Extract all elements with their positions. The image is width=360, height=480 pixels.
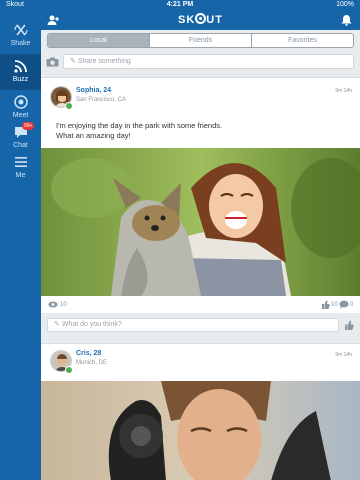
comment-icon[interactable] [339,300,349,309]
eye-icon [48,301,58,308]
share-input[interactable]: ✎ Share something [63,54,354,69]
status-bar: Skout 4:21 PM 100% [0,0,360,10]
online-status-icon [65,102,73,110]
tab-local[interactable]: Local [48,34,150,47]
shake-icon [13,24,28,36]
share-placeholder: Share something [77,58,131,65]
target-icon [13,95,28,109]
post-author[interactable]: Sophia, 24 [76,87,111,94]
comment-placeholder: What do you think? [61,321,122,328]
post-time: 9m 14h [335,352,352,358]
camera-icon[interactable] [46,57,59,67]
menu-icon [14,157,27,167]
post-text-line: I'm enjoying the day in the park with so… [56,121,223,130]
sidebar: Shake Buzz Meet Chat 99+ Me [0,10,41,480]
post-text-line: What an amazing day! [56,131,131,140]
bell-icon[interactable] [341,14,352,26]
sidebar-item-label: Shake [10,40,31,47]
sidebar-item-label: Buzz [12,76,29,83]
tab-favorites[interactable]: Favorites [252,34,353,47]
pencil-icon: ✎ [70,58,78,65]
like-count: 10 [331,302,338,308]
like-icon[interactable] [321,300,330,309]
post-stats: 10 10 0 [41,297,360,313]
sidebar-item-label: Meet [12,112,29,119]
sidebar-item-buzz[interactable]: Buzz [0,54,41,90]
view-count: 10 [60,302,67,308]
sidebar-item-label: Chat [13,142,28,149]
comment-count: 0 [350,302,354,308]
tab-friends[interactable]: Friends [150,34,252,47]
comment-row: ✎ What do you think? [41,315,360,335]
post-location: Munich, DE [76,360,108,366]
sidebar-item-me[interactable]: Me [0,150,41,186]
share-row: ✎ Share something [41,51,360,73]
post-card: Sophia, 24 San Francisco, CA 9m 14h I'm … [41,77,360,297]
pencil-icon: ✎ [54,321,62,328]
battery-level: 100% [336,1,354,8]
sidebar-item-label: Me [15,172,26,179]
comment-input[interactable]: ✎ What do you think? [47,318,339,332]
logo-ring [195,13,207,24]
post-card: Cris, 28 Munich, DE 9m 14h [41,343,360,480]
chat-badge: 99+ [22,122,35,130]
like-button-icon[interactable] [344,320,354,330]
post-location: San Francisco, CA [76,97,127,103]
online-status-icon [65,366,73,374]
clock: 4:21 PM [166,1,194,8]
sidebar-item-shake[interactable]: Shake [0,18,41,54]
post-author[interactable]: Cris, 28 [76,350,101,357]
post-photo[interactable] [41,381,360,480]
app-logo: SK UT [178,13,223,26]
post-photo[interactable] [41,148,360,296]
rss-icon [13,60,27,73]
feed-tabs: Local Friends Favorites [47,33,354,48]
post-time: 9m 14h [335,88,352,94]
top-bar: SK UT [41,10,360,30]
